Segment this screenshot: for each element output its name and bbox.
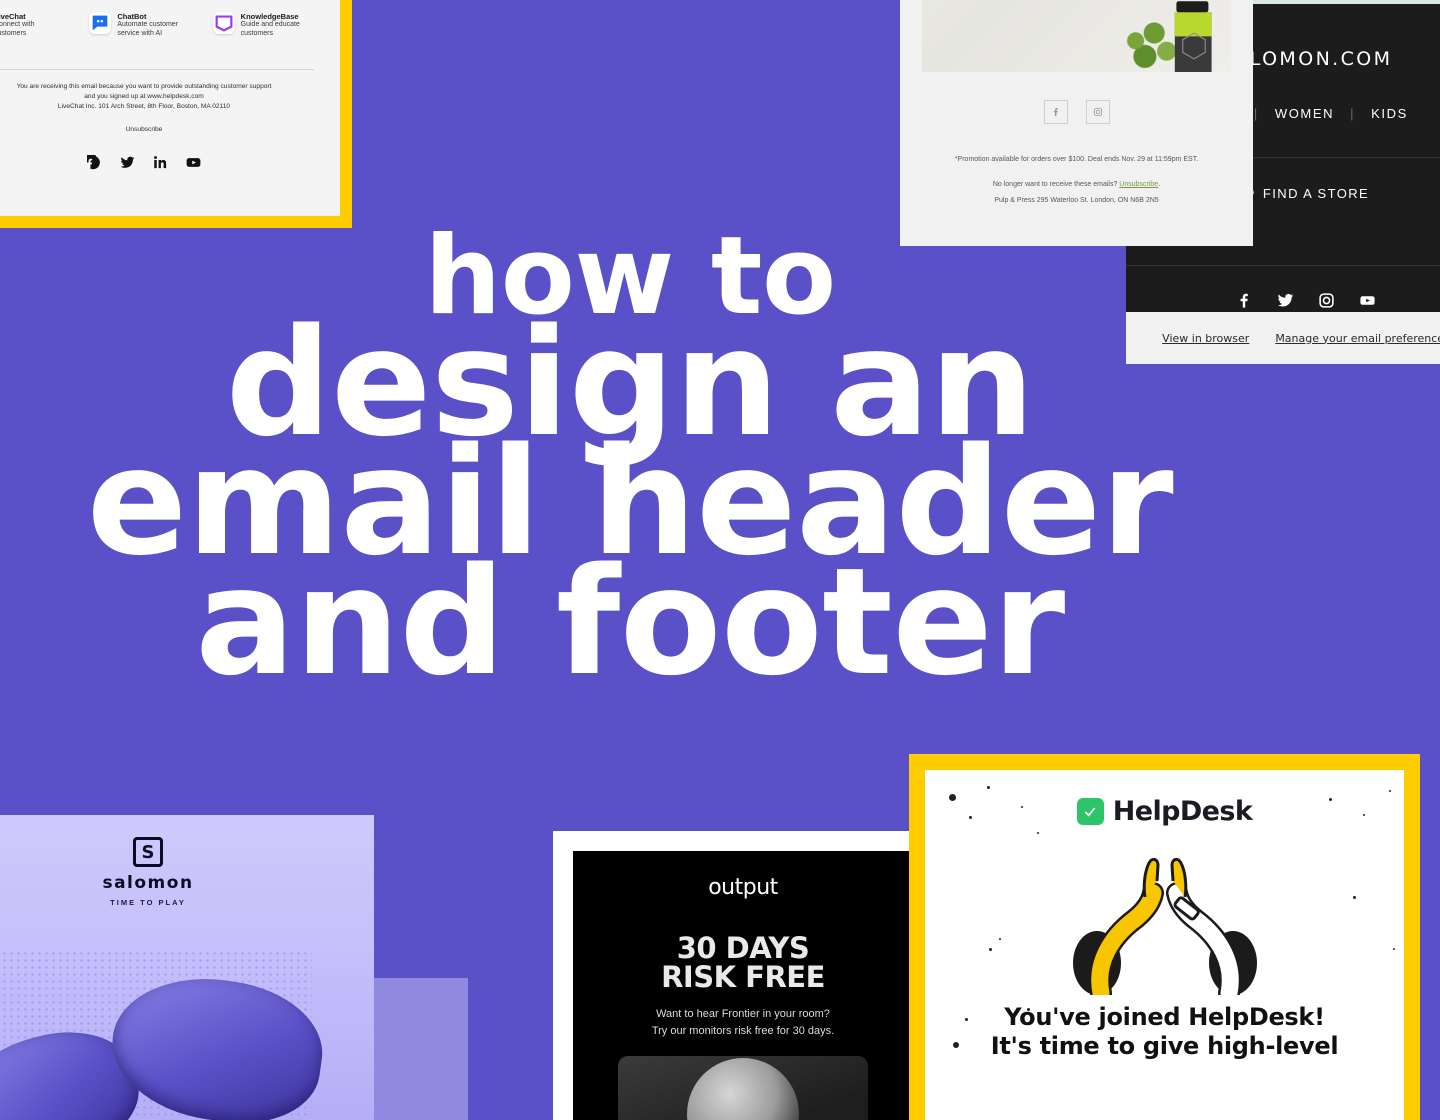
confetti-dot — [1389, 790, 1391, 792]
nav-item-women[interactable]: WOMEN — [1275, 106, 1334, 121]
helpdesk-email-card: HelpDesk You've joined HelpDesk! It's ti… — [909, 754, 1420, 1120]
hero-line-2: design an — [225, 297, 1035, 470]
headline-line-2: It's time to give high-level — [990, 1032, 1339, 1061]
helpdesk-brand-name: HelpDesk — [1112, 796, 1253, 827]
salomon-logo-icon: S — [133, 837, 163, 867]
helpdesk-logo: HelpDesk — [925, 770, 1404, 827]
confetti-dot — [1329, 798, 1332, 801]
high-five-illustration — [925, 845, 1404, 995]
pulp-press-email-card: 48 hours of ordering. My order was corre… — [900, 0, 1253, 246]
promo-fine-print: *Promotion available for orders over $10… — [954, 156, 1199, 163]
product-desc-1: Connect with — [0, 21, 35, 29]
pulp-unsubscribe-row: No longer want to receive these emails? … — [900, 181, 1253, 188]
confetti-dot — [1037, 832, 1039, 834]
livechat-product-list: LiveChat Connect with customers ChatBot … — [0, 0, 322, 39]
livechat-legal-text: You are receiving this email because you… — [0, 82, 322, 113]
chatbot-icon — [89, 12, 112, 34]
confetti-dot — [1021, 806, 1023, 808]
salomon-social-row — [1126, 266, 1440, 314]
salomon-header-card: S salomon TIME TO PLAY — [0, 815, 374, 1120]
product-name: LiveChat — [0, 12, 26, 21]
hero-line-3: email header — [86, 416, 1174, 589]
hero-line-4: and footer — [195, 535, 1065, 708]
livechat-card-body: LiveChat Connect with customers ChatBot … — [0, 0, 340, 216]
confetti-dot — [969, 816, 972, 819]
nav-item-kids[interactable]: KIDS — [1371, 106, 1408, 121]
facebook-icon[interactable] — [1236, 292, 1253, 314]
output-subtext: Want to hear Frontier in your room? Try … — [573, 1006, 913, 1040]
unsubscribe-link[interactable]: Unsubscribe — [1119, 181, 1158, 188]
headline-line-2: RISK FREE — [661, 960, 825, 994]
accent-rectangle — [373, 978, 468, 1120]
unsub-prefix: No longer want to receive these emails? — [992, 181, 1120, 188]
confetti-dot — [1363, 814, 1365, 816]
legal-line-2: and you signed up at www.helpdesk.com — [84, 93, 204, 101]
helpdesk-check-icon — [1076, 798, 1104, 825]
livechat-social-row — [0, 149, 322, 175]
list-item[interactable]: KnowledgeBase Guide and educate customer… — [212, 12, 322, 39]
divider — [0, 68, 314, 70]
list-item[interactable]: ChatBot Automate customer service with A… — [89, 12, 198, 39]
salomon-wordmark: salomon — [102, 873, 194, 893]
facebook-icon[interactable] — [1043, 100, 1068, 124]
unsub-suffix: . — [1158, 181, 1161, 188]
confetti-dot — [953, 1042, 959, 1048]
nav-separator: | — [1253, 106, 1259, 121]
salomon-tagline: TIME TO PLAY — [110, 898, 186, 907]
list-item[interactable]: LiveChat Connect with customers — [0, 12, 75, 39]
output-headline: 30 DAYS RISK FREE — [573, 934, 913, 992]
nav-separator: | — [1350, 106, 1356, 121]
headline-line-1: You've joined HelpDesk! — [1004, 1003, 1325, 1031]
instagram-icon[interactable] — [1318, 292, 1335, 314]
sub-line-1: Want to hear Frontier in your room? — [656, 1008, 830, 1020]
product-desc-1: Automate customer — [117, 21, 179, 29]
pulp-social-row — [900, 100, 1253, 124]
knowledgebase-icon — [212, 12, 235, 34]
company-address: Pulp & Press 295 Waterloo St. London, ON… — [994, 197, 1159, 204]
page-title: how to design an email header and footer — [0, 222, 1260, 708]
manage-preferences-link[interactable]: Manage your email preferences — [1275, 332, 1440, 345]
legal-line-1: You are receiving this email because you… — [16, 82, 272, 90]
facebook-icon[interactable] — [83, 149, 102, 175]
product-name: KnowledgeBase — [240, 12, 299, 21]
helpdesk-card-body: HelpDesk You've joined HelpDesk! It's ti… — [925, 770, 1404, 1120]
twitter-icon[interactable] — [120, 155, 135, 175]
confetti-dot — [1027, 1008, 1030, 1011]
sub-line-2: Try our monitors risk free for 30 days. — [651, 1025, 835, 1038]
twitter-icon[interactable] — [1277, 292, 1294, 314]
product-name: ChatBot — [117, 12, 147, 21]
instagram-icon[interactable] — [1085, 100, 1110, 124]
product-desc-2: customers — [240, 30, 273, 38]
testimonial-photo: 48 hours of ordering. My order was corre… — [922, 0, 1231, 72]
unsubscribe-link[interactable]: Unsubscribe — [0, 126, 322, 133]
livechat-email-card: LiveChat Connect with customers ChatBot … — [0, 0, 352, 228]
confetti-dot — [949, 794, 956, 801]
legal-line-3: LiveChat Inc. 101 Arch Street, 8th Floor… — [57, 103, 231, 111]
youtube-icon[interactable] — [1359, 292, 1376, 314]
find-a-store-label: FIND A STORE — [1262, 186, 1370, 201]
poster-canvas: how to design an email header and footer… — [0, 0, 1440, 1120]
output-email-card: output 30 DAYS RISK FREE Want to hear Fr… — [553, 831, 913, 1120]
confetti-dot — [987, 786, 990, 789]
salomon-logo-block: S salomon TIME TO PLAY — [0, 815, 374, 907]
output-logo: output — [708, 875, 778, 900]
juice-bottle-image — [1174, 1, 1212, 72]
product-desc-2: customers — [0, 30, 27, 38]
output-card-body: output 30 DAYS RISK FREE Want to hear Fr… — [573, 851, 913, 1120]
confetti-dot — [965, 1018, 968, 1021]
linkedin-icon[interactable] — [153, 155, 168, 175]
product-desc-2: service with AI — [117, 30, 163, 38]
salomon-utility-bar: View in browser Manage your email prefer… — [1126, 312, 1440, 364]
product-desc-1: Guide and educate — [240, 21, 300, 29]
helpdesk-headline: You've joined HelpDesk! It's time to giv… — [925, 1003, 1404, 1062]
view-in-browser-link[interactable]: View in browser — [1162, 332, 1249, 345]
youtube-icon[interactable] — [186, 155, 201, 175]
headline-line-1: 30 DAYS — [676, 931, 810, 965]
